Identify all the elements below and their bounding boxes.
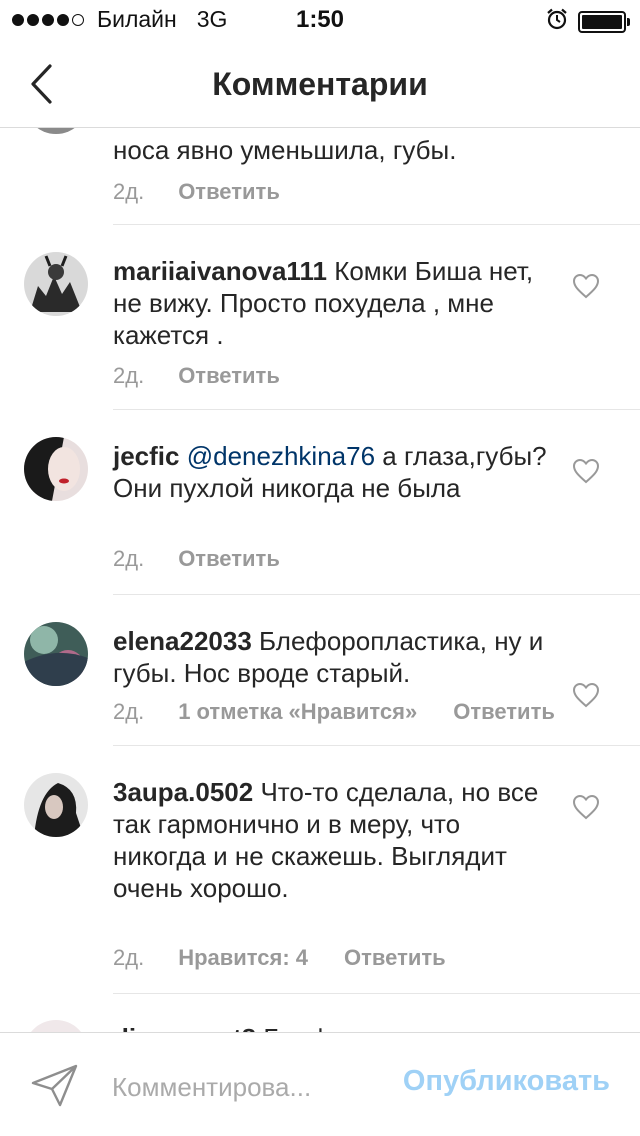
divider — [113, 224, 640, 225]
comment-username[interactable]: 3aupa.0502 — [113, 777, 253, 807]
status-time: 1:50 — [295, 6, 345, 33]
comment-time: 2д. — [113, 699, 145, 724]
reply-button[interactable]: Ответить — [178, 363, 280, 389]
reply-button[interactable]: Ответить — [344, 945, 446, 971]
heart-icon[interactable] — [572, 794, 600, 820]
status-bar: Билайн 3G 1:50 — [0, 0, 640, 40]
reply-button[interactable]: Ответить — [178, 179, 280, 205]
comment-text: elena22033 Блефоропластика, ну и губы. Н… — [113, 626, 544, 688]
divider — [113, 409, 640, 410]
comment-input[interactable] — [112, 1067, 348, 1107]
comment-time: 2д. — [113, 945, 145, 970]
reply-button[interactable]: Ответить — [453, 699, 555, 725]
comment-time: 2д. — [113, 363, 145, 388]
status-right — [546, 8, 630, 35]
comment-composer: Опубликовать — [0, 1032, 640, 1136]
comment-username[interactable]: elena22033 — [113, 626, 252, 656]
comment-text: jecfic @denezhkina76 а глаза,губы? Они п… — [113, 441, 547, 503]
comment-meta: 2д. Нравится: 4 Ответить — [113, 945, 446, 971]
mention-link[interactable]: @denezhkina76 — [187, 441, 375, 471]
comment-text: mariiaivanova111 Комки Биша нет, не вижу… — [113, 256, 534, 350]
comment-meta: 2д. Ответить — [113, 546, 280, 572]
comments-list[interactable]: носа явно уменьшила, губы. 2д. Ответить … — [0, 40, 640, 1032]
comment-time: 2д. — [113, 546, 145, 571]
divider — [113, 594, 640, 595]
heart-icon[interactable] — [572, 273, 600, 299]
divider — [113, 993, 640, 994]
avatar[interactable] — [24, 1020, 88, 1032]
comment-text: dianamast8 Блефоропластика — [113, 1022, 553, 1032]
heart-icon[interactable] — [572, 682, 600, 708]
heart-icon[interactable] — [572, 458, 600, 484]
reply-button[interactable]: Ответить — [178, 546, 280, 572]
avatar[interactable] — [24, 252, 88, 316]
likes-count[interactable]: 1 отметка «Нравится» — [178, 699, 417, 725]
avatar[interactable] — [24, 437, 88, 501]
avatar[interactable] — [24, 773, 88, 837]
comment-username[interactable]: mariiaivanova111 — [113, 256, 327, 286]
comment-text: носа явно уменьшила, губы. — [113, 135, 457, 165]
comment-meta: 2д. Ответить — [113, 179, 280, 205]
comment-meta: 2д. 1 отметка «Нравится» Ответить — [113, 699, 555, 725]
comment-time: 2д. — [113, 179, 145, 204]
alarm-clock-icon — [546, 8, 568, 35]
page-title: Комментарии — [212, 66, 428, 102]
paper-plane-icon[interactable] — [30, 1063, 80, 1109]
comment-meta: 2д. Ответить — [113, 363, 280, 389]
comment-username[interactable]: jecfic — [113, 441, 180, 471]
nav-bar: Комментарии — [0, 40, 640, 128]
publish-button[interactable]: Опубликовать — [403, 1065, 610, 1098]
avatar[interactable] — [24, 622, 88, 686]
likes-count[interactable]: Нравится: 4 — [178, 945, 308, 971]
comment-text: 3aupa.0502 Что-то сделала, но все так га… — [113, 777, 539, 903]
comment-username[interactable]: dianamast8 — [113, 1023, 256, 1032]
battery-icon — [578, 10, 630, 33]
divider — [113, 745, 640, 746]
